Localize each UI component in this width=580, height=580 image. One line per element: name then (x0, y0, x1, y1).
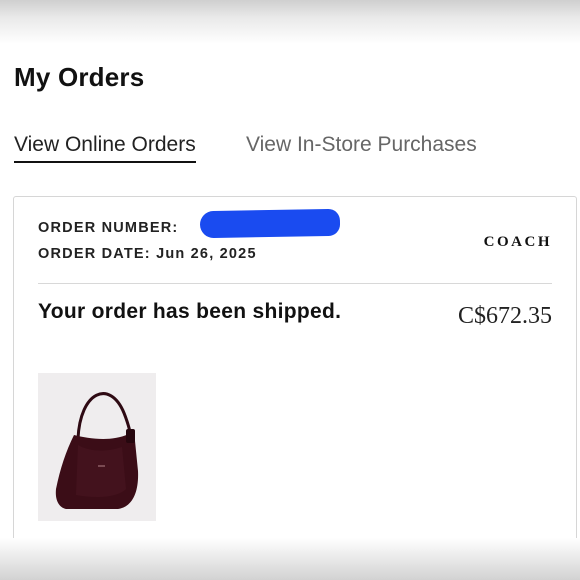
order-number-label: ORDER NUMBER: (38, 220, 179, 236)
tab-online-orders[interactable]: View Online Orders (14, 133, 196, 163)
bag-icon (38, 373, 156, 521)
order-date-value: Jun 26, 2025 (156, 246, 257, 262)
redaction-mark (199, 208, 341, 239)
order-date-label: ORDER DATE: (38, 246, 151, 262)
top-shadow (0, 0, 580, 44)
brand-logo: COACH (483, 234, 552, 250)
bottom-shadow (0, 538, 580, 580)
tab-in-store-purchases[interactable]: View In-Store Purchases (246, 133, 477, 161)
order-total: C$672.35 (457, 303, 552, 329)
page-title: My Orders (14, 62, 145, 92)
order-status: Your order has been shipped. (38, 300, 342, 323)
product-image[interactable] (38, 373, 156, 521)
order-card[interactable]: ORDER NUMBER: ORDER DATE: Jun 26, 2025 C… (13, 196, 577, 556)
order-date-row: ORDER DATE: Jun 26, 2025 (38, 246, 257, 262)
divider (38, 283, 552, 284)
